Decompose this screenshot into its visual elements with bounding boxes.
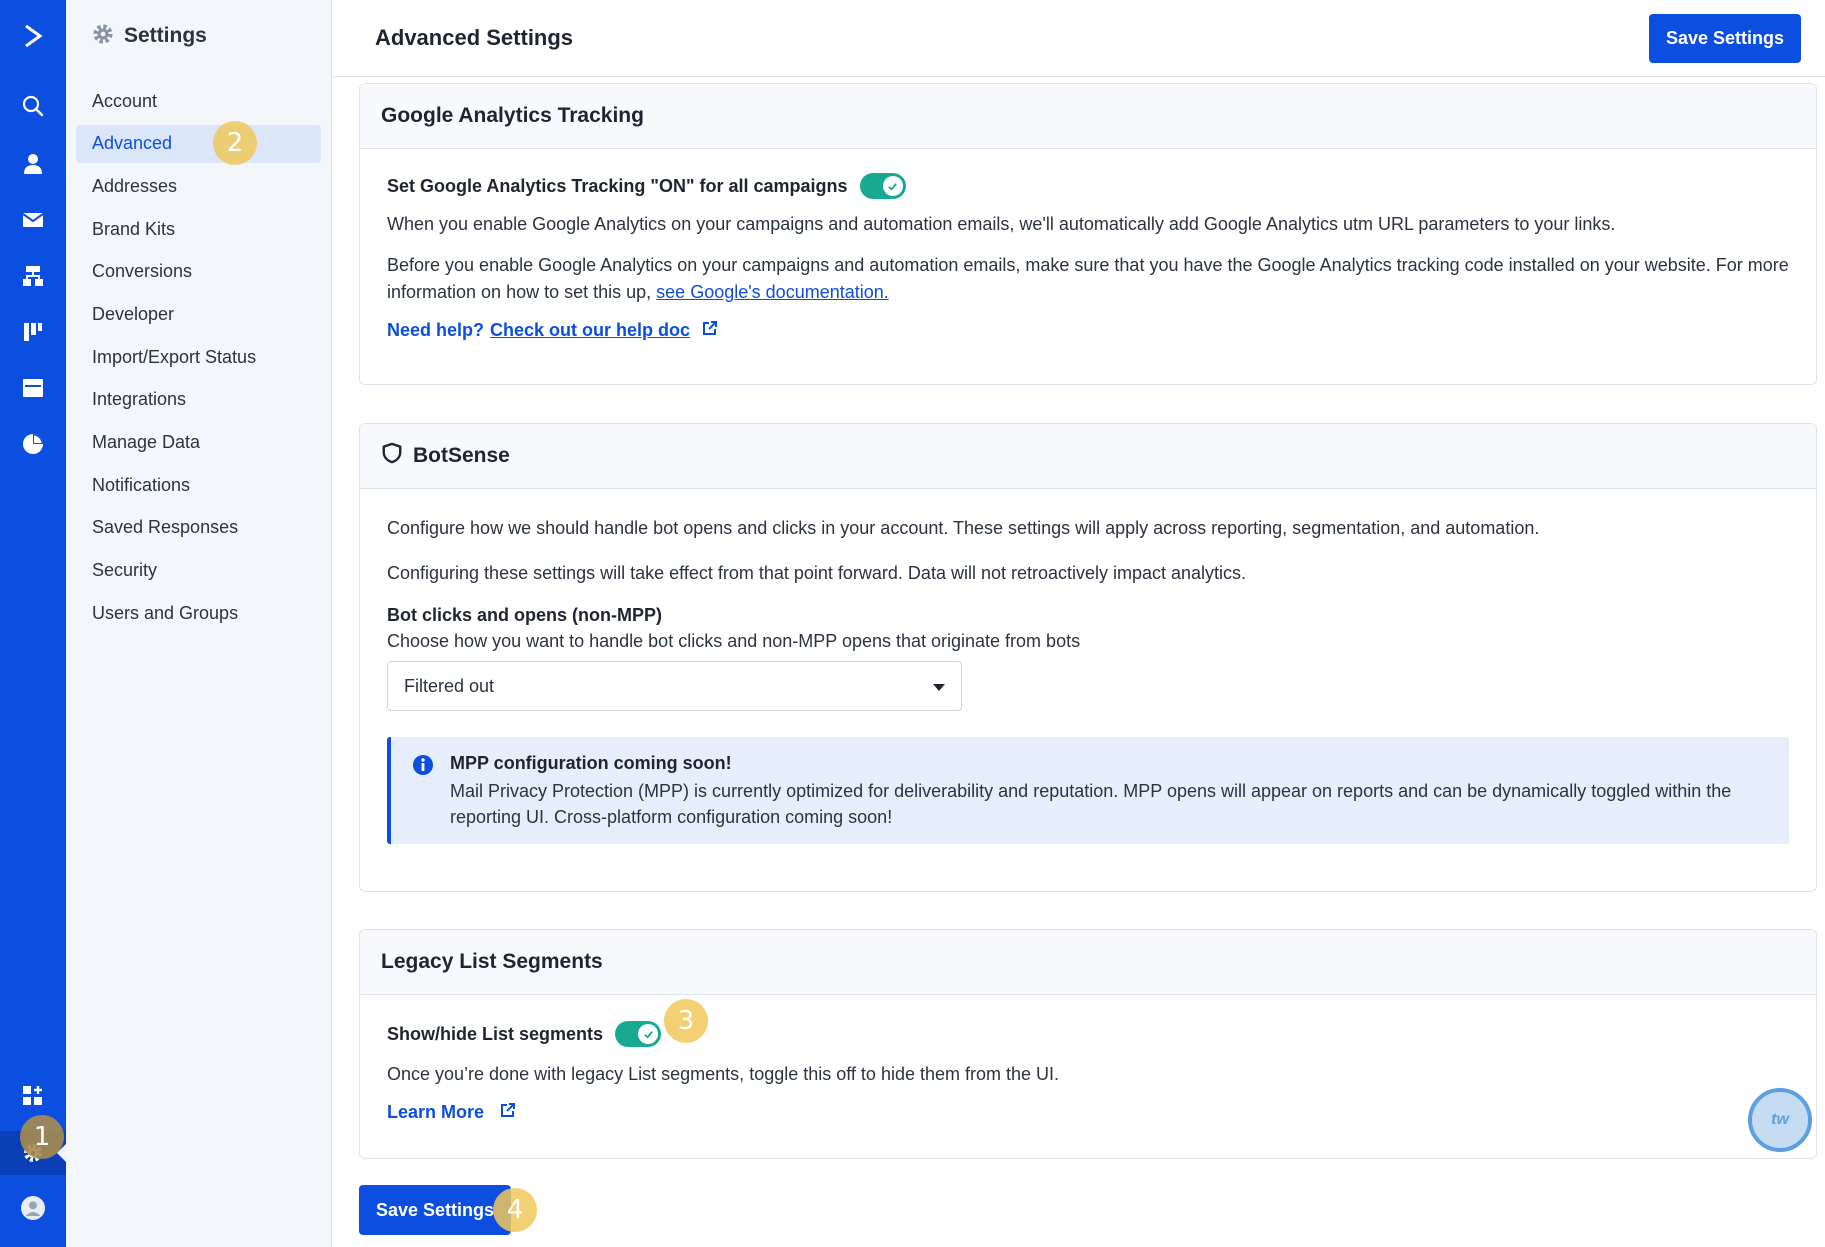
sidebar-item-import-export-status[interactable]: Import/Export Status	[76, 338, 321, 376]
legacy-toggle-label: Show/hide List segments	[387, 1023, 604, 1044]
automations-icon[interactable]	[0, 254, 66, 298]
help-prefix: Need help?	[387, 320, 485, 340]
step-marker-3: 3	[664, 999, 708, 1043]
external-link-icon	[500, 1102, 516, 1123]
google-analytics-card-header: Google Analytics Tracking	[360, 84, 1816, 149]
search-icon[interactable]	[0, 84, 66, 128]
apps-icon[interactable]	[0, 1074, 66, 1118]
sidebar-item-advanced[interactable]: Advanced	[76, 124, 321, 163]
user-avatar-icon[interactable]	[0, 1186, 66, 1230]
sidebar-item-integrations[interactable]: Integrations	[76, 381, 321, 419]
step-marker-2: 2	[213, 121, 257, 165]
campaigns-icon[interactable]	[0, 198, 66, 242]
settings-menu: Account Advanced Addresses Brand Kits Co…	[66, 72, 331, 632]
sidebar-item-notifications[interactable]: Notifications	[76, 466, 321, 504]
settings-sidebar: Settings Account Advanced Addresses Bran…	[66, 0, 332, 1247]
sidebar-item-security[interactable]: Security	[76, 552, 321, 590]
sidebar-item-account[interactable]: Account	[76, 82, 321, 120]
botsense-card: BotSense Configure how we should handle …	[359, 423, 1817, 892]
step-marker-1: 1	[20, 1115, 64, 1159]
ga-toggle-row: Set Google Analytics Tracking "ON" for a…	[387, 173, 1789, 199]
shield-icon	[381, 442, 403, 470]
mpp-info-text: Mail Privacy Protection (MPP) is current…	[450, 781, 1732, 827]
sidebar-item-developer[interactable]: Developer	[76, 295, 321, 333]
page-title: Advanced Settings	[375, 25, 574, 50]
step-marker-4: 4	[493, 1188, 537, 1232]
google-analytics-card: Google Analytics Tracking Set Google Ana…	[359, 83, 1817, 385]
sidebar-item-saved-responses[interactable]: Saved Responses	[76, 509, 321, 547]
ga-tracking-toggle[interactable]	[859, 173, 906, 199]
sidebar-item-addresses[interactable]: Addresses	[76, 167, 321, 205]
check-icon	[638, 1024, 659, 1044]
caret-down-icon	[933, 676, 945, 697]
legacy-title: Legacy List Segments	[381, 950, 603, 973]
botsense-card-header: BotSense	[360, 424, 1816, 489]
list-segments-toggle[interactable]	[615, 1021, 662, 1047]
website-icon[interactable]	[0, 366, 66, 410]
check-icon	[882, 176, 903, 196]
ga-help-row: Need help? Check out our help doc	[387, 320, 1789, 341]
google-documentation-link[interactable]: see Google's documentation.	[656, 282, 889, 302]
bot-handling-select[interactable]: Filtered out	[387, 661, 962, 711]
bot-clicks-label: Bot clicks and opens (non-MPP)	[387, 605, 663, 625]
ga-instructions: Before you enable Google Analytics on yo…	[387, 252, 1789, 306]
page-header: Advanced Settings Save Settings	[332, 0, 1825, 77]
google-analytics-title: Google Analytics Tracking	[381, 104, 644, 127]
sidebar-item-users-and-groups[interactable]: Users and Groups	[76, 594, 321, 632]
legacy-toggle-row: Show/hide List segments	[387, 1021, 1789, 1047]
learn-more-row: Learn More	[387, 1102, 1789, 1123]
external-link-icon	[702, 320, 718, 341]
legacy-list-segments-card: Legacy List Segments Show/hide List segm…	[359, 929, 1817, 1159]
deals-icon[interactable]	[0, 310, 66, 354]
save-settings-button-top[interactable]: Save Settings	[1648, 13, 1801, 63]
sidebar-header: Settings	[66, 0, 331, 72]
chat-widget-label: tw	[1771, 1111, 1789, 1128]
gear-icon	[92, 23, 114, 50]
app-nav-rail	[0, 0, 67, 1247]
save-settings-button-bottom[interactable]: Save Settings	[359, 1185, 512, 1235]
legacy-description: Once you’re done with legacy List segmen…	[387, 1064, 1060, 1084]
sidebar-item-brand-kits[interactable]: Brand Kits	[76, 210, 321, 248]
reports-icon[interactable]	[0, 422, 66, 466]
ga-instructions-text: Before you enable Google Analytics on yo…	[387, 255, 1789, 302]
bot-clicks-help: Choose how you want to handle bot clicks…	[387, 631, 1081, 651]
bot-handling-select-value: Filtered out	[404, 675, 495, 696]
ga-toggle-label: Set Google Analytics Tracking "ON" for a…	[387, 175, 848, 196]
help-doc-link[interactable]: Check out our help doc	[490, 320, 690, 341]
info-icon	[412, 754, 434, 830]
sidebar-item-manage-data[interactable]: Manage Data	[76, 424, 321, 462]
botsense-effect-note: Configuring these settings will take eff…	[387, 563, 1247, 583]
ga-description: When you enable Google Analytics on your…	[387, 214, 1616, 234]
chat-widget-icon[interactable]: tw	[1748, 1088, 1812, 1152]
contacts-icon[interactable]	[0, 142, 66, 186]
sidebar-title: Settings	[124, 24, 207, 47]
sidebar-item-conversions[interactable]: Conversions	[76, 253, 321, 291]
mpp-info-banner: MPP configuration coming soon! Mail Priv…	[387, 737, 1789, 844]
logo-icon[interactable]	[0, 10, 66, 62]
legacy-card-header: Legacy List Segments	[360, 930, 1816, 995]
botsense-title: BotSense	[413, 444, 510, 467]
botsense-description: Configure how we should handle bot opens…	[387, 518, 1540, 538]
learn-more-link[interactable]: Learn More	[387, 1102, 484, 1123]
mpp-info-title: MPP configuration coming soon!	[450, 753, 732, 773]
main-content: Advanced Settings Save Settings Google A…	[332, 0, 1825, 1247]
